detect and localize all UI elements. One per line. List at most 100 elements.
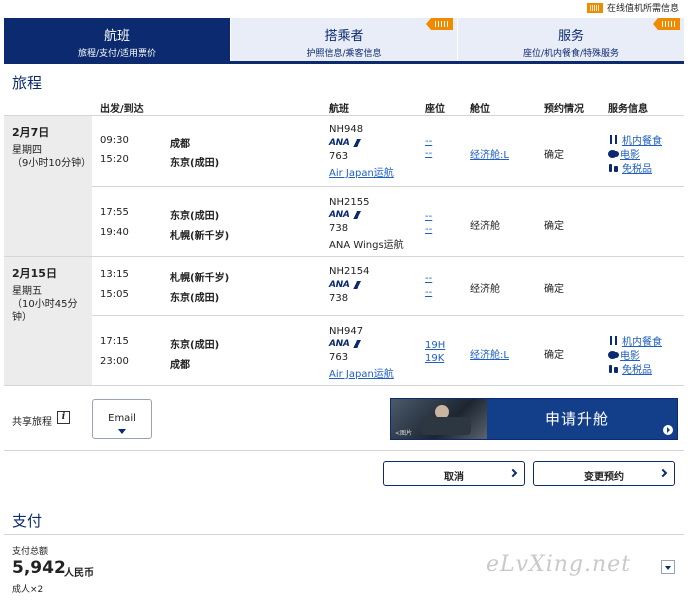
aircraft-type: 738 bbox=[329, 293, 349, 304]
seat-link[interactable]: 19H bbox=[425, 340, 445, 351]
service-label: 免税品 bbox=[622, 164, 652, 175]
ana-logo-mark-icon bbox=[351, 280, 361, 289]
ana-logo: ANA bbox=[329, 137, 365, 148]
departure-city: 东京(成田) bbox=[170, 340, 220, 351]
service-meal-link[interactable]: 机内餐食 bbox=[608, 132, 662, 147]
watermark: eLvXing.net bbox=[486, 552, 632, 577]
share-itinerary-label: 共享旅程 bbox=[12, 417, 52, 428]
arrival-city: 成都 bbox=[170, 360, 190, 371]
movie-icon bbox=[608, 149, 619, 158]
ana-logo: ANA bbox=[329, 209, 365, 220]
info-icon[interactable]: i bbox=[57, 411, 70, 424]
tab-flight-subtitle: 旅程/支付/适用票价 bbox=[77, 49, 157, 59]
header-booking: 预约情况 bbox=[544, 104, 584, 115]
seat-link[interactable]: -- bbox=[425, 287, 432, 298]
itinerary-title: 旅程 bbox=[12, 74, 43, 92]
ana-logo-text: ANA bbox=[329, 137, 350, 148]
service-dutyfree-link[interactable]: 免税品 bbox=[608, 361, 652, 376]
day-info: 2月15日 星期五 （10小时45分钟） bbox=[4, 257, 92, 385]
ana-logo-mark-icon bbox=[351, 339, 361, 348]
payment-title: 支付 bbox=[12, 512, 43, 530]
booking-status: 确定 bbox=[544, 150, 564, 161]
ana-logo-text: ANA bbox=[329, 279, 350, 290]
departure-time: 13:15 bbox=[100, 269, 129, 280]
header-cabin: 舱位 bbox=[470, 104, 490, 115]
service-label: 机内餐食 bbox=[622, 136, 662, 147]
day-group: 2月7日 星期四 （9小时10分钟） 09:30 成都 15:20 东京(成田)… bbox=[4, 116, 684, 257]
step-tabs: 航班 旅程/支付/适用票价 搭乘者 护照信息/乘客信息 服务 座位/机内餐食/特… bbox=[4, 18, 684, 64]
change-booking-button[interactable]: 变更预约 bbox=[533, 461, 675, 486]
operator-link[interactable]: Air Japan运航 bbox=[329, 164, 394, 179]
seat-link[interactable]: -- bbox=[425, 148, 432, 159]
tab-services-subtitle: 座位/机内餐食/特殊服务 bbox=[522, 49, 620, 59]
arrival-time: 15:05 bbox=[100, 289, 129, 300]
passenger-count: 成人×2 bbox=[12, 585, 44, 595]
cancel-button[interactable]: 取消 bbox=[383, 461, 525, 486]
seat-link[interactable]: 19K bbox=[425, 353, 444, 364]
flight-segment: 17:15 东京(成田) 23:00 成都 NH947 ANA 763 Air … bbox=[92, 315, 684, 385]
operator-link[interactable]: Air Japan运航 bbox=[329, 365, 394, 380]
departure-city: 东京(成田) bbox=[170, 211, 220, 222]
arrival-time: 23:00 bbox=[100, 356, 129, 367]
meal-icon bbox=[608, 135, 619, 144]
seat-link[interactable]: -- bbox=[425, 224, 432, 235]
flight-segment: 13:15 札幌(新千岁) 15:05 东京(成田) NH2154 ANA 73… bbox=[92, 257, 684, 315]
header-seat: 座位 bbox=[425, 104, 445, 115]
tab-services-title: 服务 bbox=[557, 29, 584, 44]
cancel-label: 取消 bbox=[444, 472, 464, 483]
flight-number: NH2154 bbox=[329, 266, 370, 277]
day-group: 2月15日 星期五 （10小时45分钟） 13:15 札幌(新千岁) 15:05… bbox=[4, 257, 684, 386]
arrival-city: 东京(成田) bbox=[170, 293, 220, 304]
seat-link[interactable]: -- bbox=[425, 211, 432, 222]
service-movie-link[interactable]: 电影 bbox=[608, 146, 640, 161]
day-date: 2月7日 bbox=[12, 126, 50, 139]
divider bbox=[4, 534, 684, 535]
flight-segment: 17:55 东京(成田) 19:40 札幌(新千岁) NH2155 ANA 73… bbox=[92, 186, 684, 256]
movie-icon bbox=[608, 350, 619, 359]
service-label: 电影 bbox=[620, 150, 640, 161]
tab-passenger-subtitle: 护照信息/乘客信息 bbox=[306, 49, 382, 59]
tab-services[interactable]: 服务 座位/机内餐食/特殊服务 bbox=[458, 18, 684, 61]
service-label: 机内餐食 bbox=[622, 337, 662, 348]
email-dropdown-button[interactable]: Email bbox=[92, 399, 152, 439]
seat-image bbox=[421, 417, 471, 435]
seat-link[interactable]: -- bbox=[425, 273, 432, 284]
flag-icon bbox=[586, 2, 603, 13]
departure-city: 成都 bbox=[170, 139, 190, 150]
top-strip: 在线值机所需信息 bbox=[0, 0, 688, 16]
upgrade-text: 申请升舱 bbox=[545, 410, 610, 428]
service-movie-link[interactable]: 电影 bbox=[608, 347, 640, 362]
booking-status: 确定 bbox=[544, 284, 564, 295]
tab-passenger[interactable]: 搭乘者 护照信息/乘客信息 bbox=[231, 18, 458, 61]
ana-logo: ANA bbox=[329, 339, 365, 349]
service-meal-link[interactable]: 机内餐食 bbox=[608, 333, 662, 348]
cabin-link[interactable]: 经济舱:L bbox=[470, 146, 509, 161]
departure-time: 17:15 bbox=[100, 336, 129, 347]
service-dutyfree-link[interactable]: 免税品 bbox=[608, 160, 652, 175]
online-checkin-info-link[interactable]: 在线值机所需信息 bbox=[586, 1, 679, 14]
aircraft-type: 763 bbox=[329, 151, 349, 162]
cabin-link[interactable]: 经济舱:L bbox=[470, 346, 509, 361]
seat-link[interactable]: -- bbox=[425, 136, 432, 147]
table-header: 出发/到达 航班 座位 舱位 预约情况 服务信息 bbox=[4, 94, 684, 116]
ana-logo-text: ANA bbox=[329, 209, 350, 220]
day-weekday: 星期五 bbox=[12, 286, 42, 297]
aircraft-type: 738 bbox=[329, 223, 349, 234]
day-duration: （9小时10分钟） bbox=[12, 158, 92, 169]
online-checkin-info-label: 在线值机所需信息 bbox=[606, 4, 679, 14]
photo-caption: <图片 bbox=[395, 430, 413, 437]
arrow-circle-icon bbox=[663, 425, 673, 435]
booking-status: 确定 bbox=[544, 221, 564, 232]
service-label: 免税品 bbox=[622, 365, 652, 376]
flight-number: NH947 bbox=[329, 326, 364, 337]
expand-details-button[interactable] bbox=[661, 560, 675, 574]
payment-total-label: 支付总额 bbox=[12, 547, 49, 557]
flight-number: NH2155 bbox=[329, 197, 370, 208]
change-booking-label: 变更预约 bbox=[584, 472, 624, 483]
tab-flight-title: 航班 bbox=[103, 29, 130, 44]
tab-flight[interactable]: 航班 旅程/支付/适用票价 bbox=[4, 18, 231, 61]
arrival-city: 东京(成田) bbox=[170, 158, 220, 169]
upgrade-banner[interactable]: <图片 申请升舱 bbox=[390, 398, 678, 440]
meal-icon bbox=[608, 336, 619, 345]
day-info: 2月7日 星期四 （9小时10分钟） bbox=[4, 116, 92, 256]
